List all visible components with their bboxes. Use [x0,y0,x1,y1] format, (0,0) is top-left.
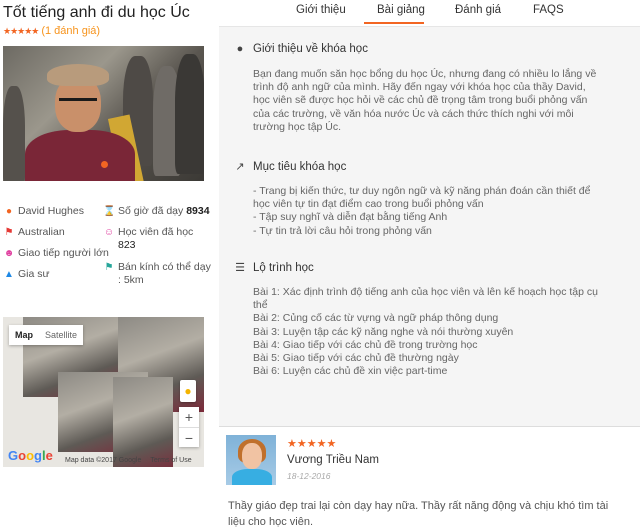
add-user-icon: ☺ [103,227,115,238]
list-item: Bài 3: Luyện tập các kỹ năng nghe và nói… [253,325,514,338]
tab-faqs[interactable]: FAQS [533,4,564,16]
tutor-role: ▲ Gia sư [4,268,50,280]
list-item: Bài 1: Xác định trình độ tiếng anh của h… [253,286,598,298]
list-item: Bài 4: Giao tiếp với các chủ đề trong tr… [253,338,478,351]
list-item: Bài 5: Giao tiếp với các chủ đề thường n… [253,352,459,365]
zoom-in-button[interactable]: + [179,407,199,428]
list-item: Bài 2: Củng cố các từ vựng và ngữ pháp t… [253,312,499,325]
line-chart-icon: ↗ [235,161,245,173]
course-tabs: Giới thiệu Bài giảng Đánh giá FAQS [212,0,640,24]
list-item: Bài 6: Luyện các chủ đề xin việc part-ti… [253,365,448,378]
list-item: - Tự tin trả lời câu hỏi trong phỏng vấn [253,224,432,237]
course-title: Tốt tiếng anh đi du học Úc [3,4,190,21]
course-sidebar: Tốt tiếng anh đi du học Úc ★★★★★ (1 đánh… [0,0,212,527]
map-zoom-control: + − [179,407,199,447]
users-icon: ☻ [3,248,15,259]
tab-gioi-thieu[interactable]: Giới thiệu [296,4,346,16]
map-terms-link[interactable]: Terms of Use [150,457,191,464]
tab-bai-giang[interactable]: Bài giảng [377,4,425,16]
tutor-specialty: ☻ Giao tiếp người lớn [3,247,109,259]
intro-text: Bạn đang muốn săn học bổng du học Úc, nh… [253,68,597,133]
map-pin-icon: ⚑ [104,262,114,273]
rating-stars-icon: ★★★★★ [3,25,39,36]
google-logo: Google [8,448,53,463]
goals-heading: ↗ Mục tiêu khóa học [233,160,346,174]
tutor-name: ● David Hughes [3,205,84,218]
map-type-satellite-button[interactable]: Satellite [39,325,83,345]
map-type-control: Map Satellite [9,325,84,345]
graduation-icon: ▲ [4,269,14,280]
street-view-pegman-icon[interactable]: ● [180,380,196,402]
flag-icon: ⚑ [4,227,14,238]
course-rating: ★★★★★ (1 đánh giá) [3,25,100,37]
map-attribution: Map data ©2017 Google Terms of Use [65,457,192,464]
zoom-out-button[interactable]: − [179,428,199,448]
tutor-hours: ⌛ Số giờ đã dạy 8934 [103,205,210,217]
tutor-radius: ⚑ Bán kính có thể dạy : 5km [104,261,211,286]
list-item: học viên tự tin đạt điểm cao trong buổi … [253,198,484,211]
tab-danh-gia[interactable]: Đánh giá [455,4,501,16]
review-stars-icon: ★★★★★ [287,438,337,450]
rating-count-link[interactable]: (1 đánh giá) [41,25,100,37]
roadmap-list: Bài 1: Xác định trình độ tiếng anh của h… [253,286,639,378]
active-tab-indicator [364,22,424,24]
review-text: Thầy giáo đẹp trai lại còn dạy hay nữa. … [228,500,609,527]
tutor-nationality: ⚑ Australian [4,226,65,238]
tutor-students: ☺ Học viên đã học 823 [103,226,194,251]
tutor-photo [3,46,204,181]
avatar [226,435,276,485]
review-card: ★★★★★ Vương Triều Nam 18-12-2016 Thầy gi… [219,426,640,527]
reviewer-name: Vương Triều Nam [287,454,379,466]
list-item: - Tập suy nghĩ và diễn đạt bằng tiếng An… [253,211,448,224]
list-item: thể [253,299,268,312]
map-type-map-button[interactable]: Map [9,325,39,345]
list-icon: ☰ [235,262,245,274]
review-date: 18-12-2016 [287,471,331,481]
carousel-dot[interactable] [101,161,108,168]
roadmap-heading: ☰ Lộ trình học [233,261,314,275]
hourglass-icon: ⌛ [103,206,116,217]
intro-heading: ● Giới thiệu về khóa học [233,43,368,55]
user-icon: ● [236,43,244,55]
course-content-panel: ● Giới thiệu về khóa học Bạn đang muốn să… [219,26,640,426]
user-icon: ● [5,206,13,217]
location-map[interactable]: Map Satellite ● + − Google Map data ©201… [3,317,204,467]
list-item: - Trang bị kiến thức, tư duy ngôn ngữ và… [253,185,591,197]
goals-list: - Trang bị kiến thức, tư duy ngôn ngữ và… [253,185,639,238]
